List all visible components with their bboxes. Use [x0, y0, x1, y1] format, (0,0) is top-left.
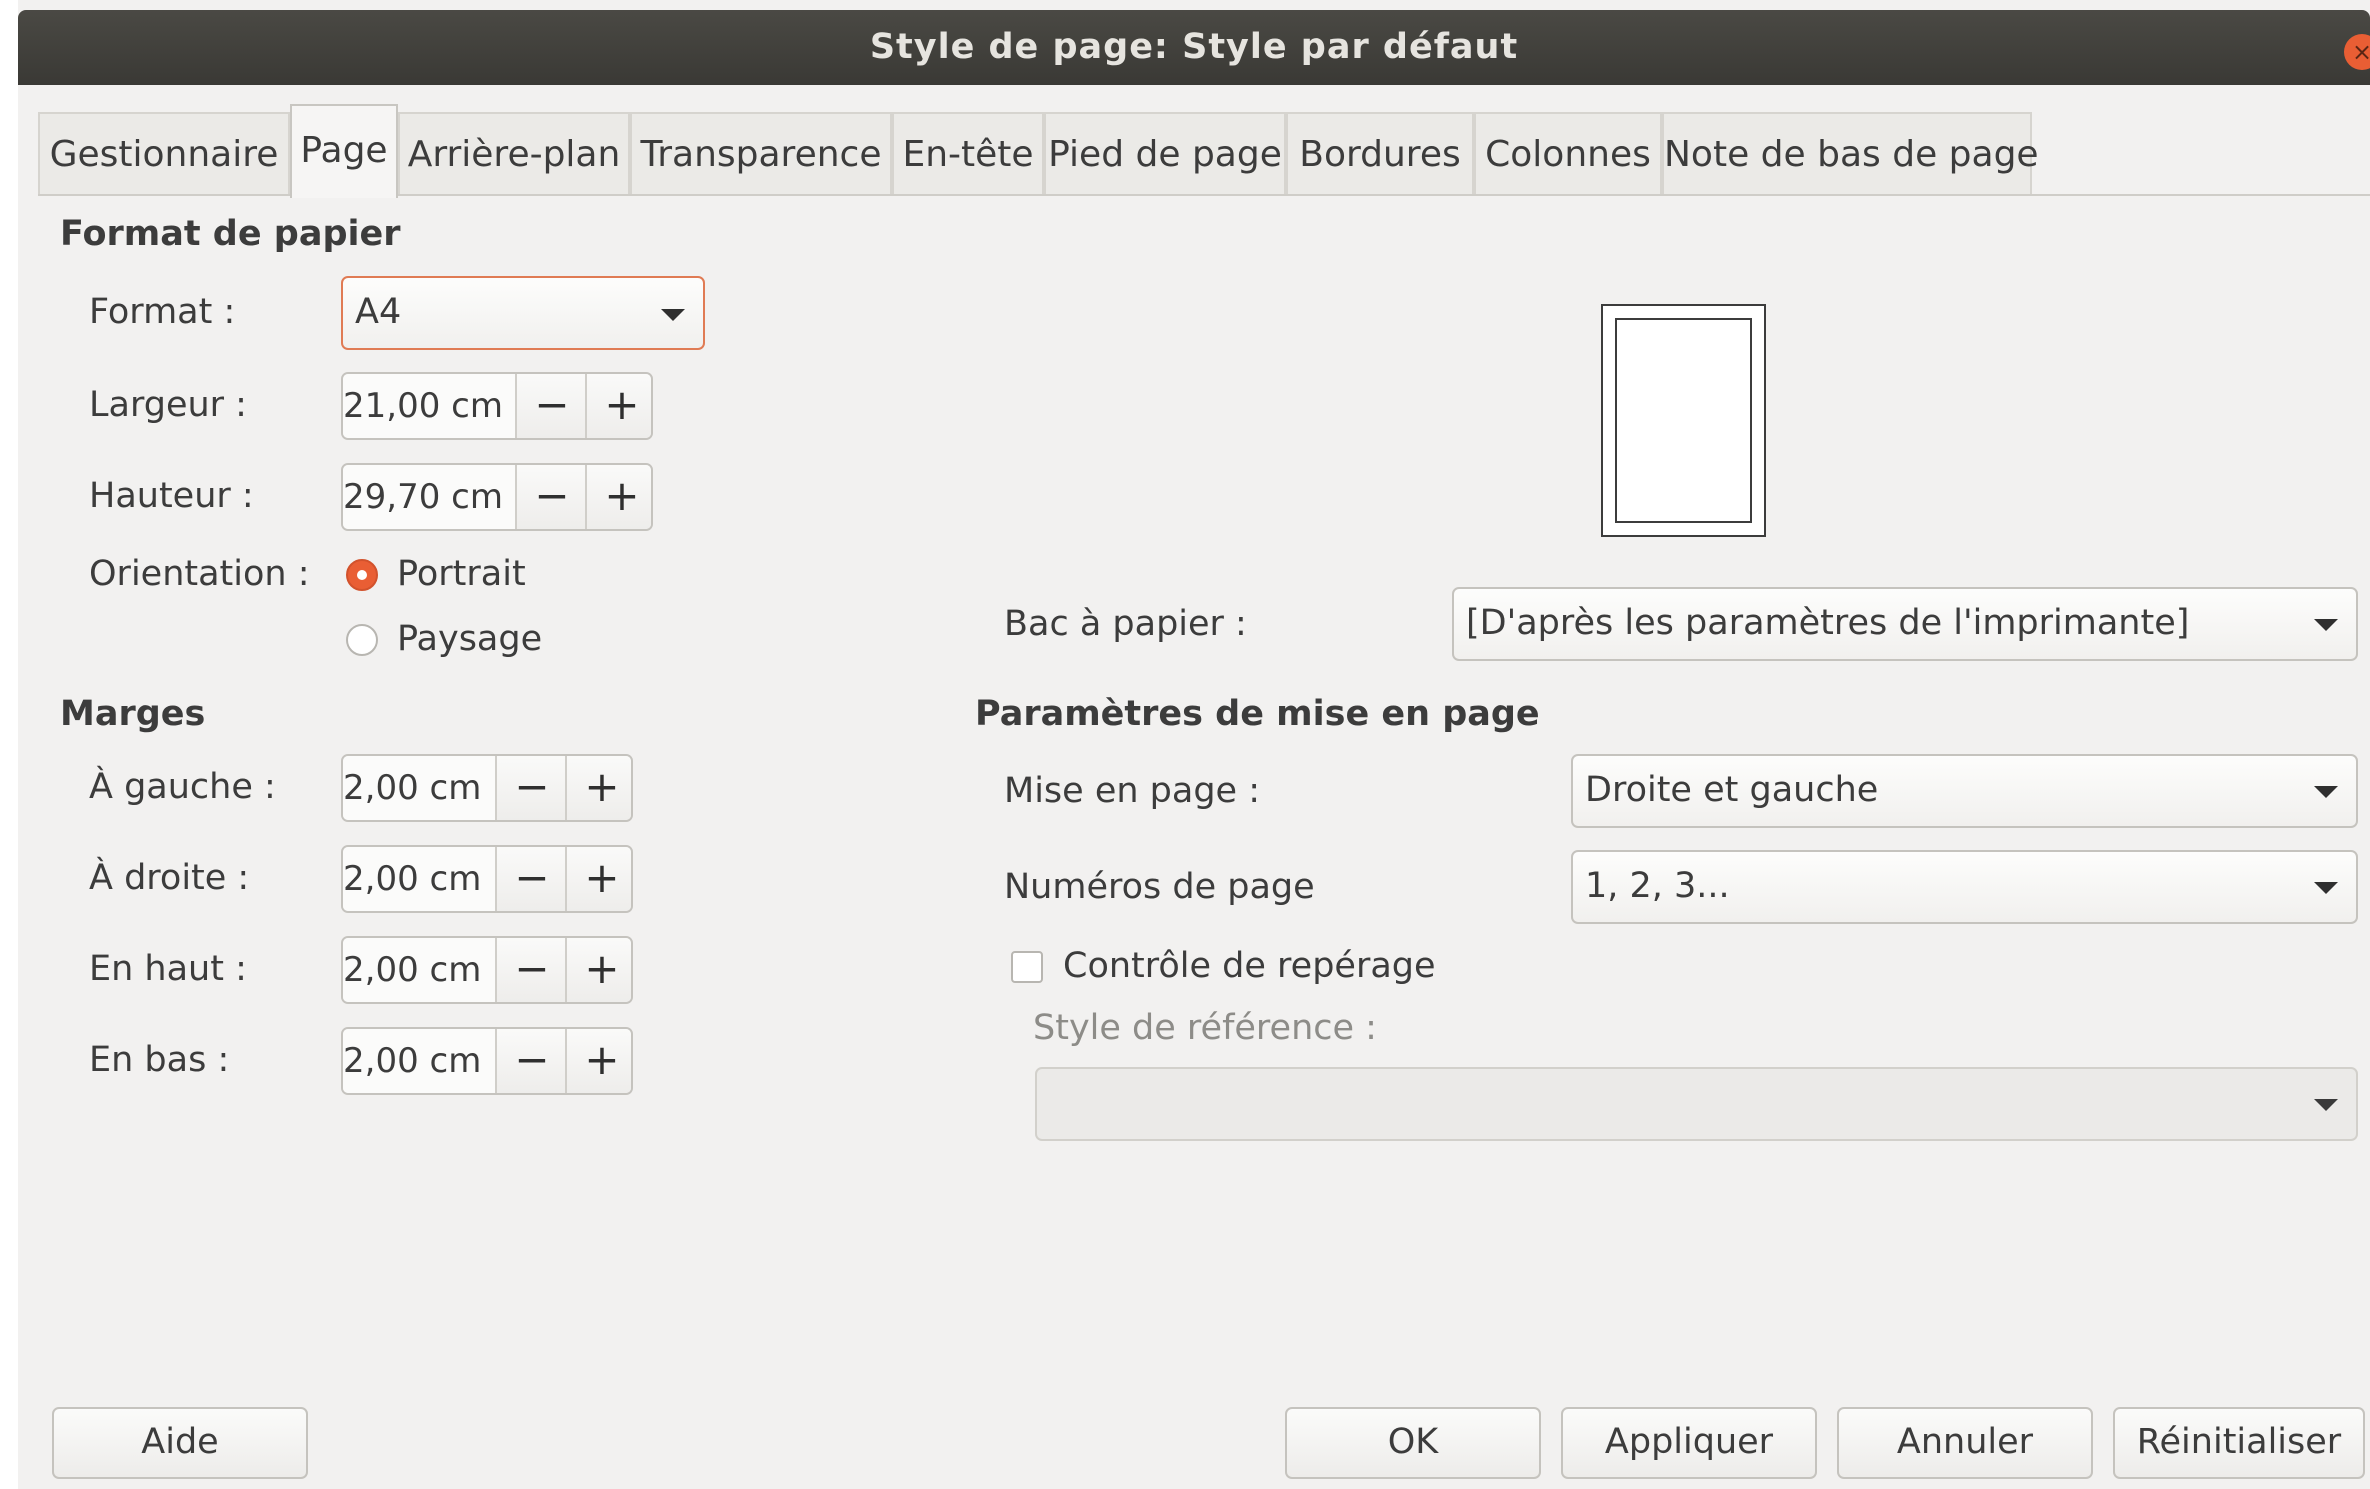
- landscape-radio[interactable]: [346, 624, 378, 656]
- chevron-down-icon: [661, 309, 685, 321]
- format-label: Format :: [89, 292, 236, 332]
- orientation-label: Orientation :: [89, 554, 310, 594]
- cancel-button[interactable]: Annuler: [1837, 1407, 2093, 1479]
- page-numbers-value: 1, 2, 3...: [1585, 866, 1730, 906]
- minus-icon[interactable]: −: [515, 374, 587, 438]
- paper-format-heading: Format de papier: [60, 214, 401, 254]
- format-value: A4: [355, 292, 402, 332]
- chevron-down-icon: [2314, 1099, 2338, 1111]
- register-true-label[interactable]: Contrôle de repérage: [1063, 946, 1436, 986]
- tab-note-de-bas-de-page[interactable]: Note de bas de page: [1662, 112, 2039, 194]
- plus-icon[interactable]: +: [585, 465, 651, 529]
- tab-arriere-plan[interactable]: Arrière-plan: [398, 112, 630, 194]
- bottom-margin-label: En bas :: [89, 1040, 230, 1080]
- register-true-checkbox[interactable]: [1011, 951, 1043, 983]
- width-spinner[interactable]: 21,00 cm − +: [341, 372, 653, 440]
- tab-bordures[interactable]: Bordures: [1286, 112, 1474, 194]
- minus-icon[interactable]: −: [495, 1029, 567, 1093]
- page-preview: [1601, 304, 1766, 537]
- top-margin-label: En haut :: [89, 949, 247, 989]
- height-spinner[interactable]: 29,70 cm − +: [341, 463, 653, 531]
- chevron-down-icon: [2314, 786, 2338, 798]
- tab-gestionnaire[interactable]: Gestionnaire: [38, 112, 290, 194]
- tab-pied-de-page[interactable]: Pied de page: [1044, 112, 1286, 194]
- tab-en-tete[interactable]: En-tête: [892, 112, 1044, 194]
- help-button[interactable]: Aide: [52, 1407, 308, 1479]
- plus-icon[interactable]: +: [565, 1029, 631, 1093]
- portrait-label[interactable]: Portrait: [397, 554, 526, 594]
- page-layout-value: Droite et gauche: [1585, 770, 1879, 810]
- page-numbers-select[interactable]: 1, 2, 3...: [1571, 850, 2358, 924]
- minus-icon[interactable]: −: [495, 756, 567, 820]
- minus-icon[interactable]: −: [495, 847, 567, 911]
- margins-heading: Marges: [60, 694, 206, 734]
- top-margin-spinner[interactable]: 2,00 cm − +: [341, 936, 633, 1004]
- width-label: Largeur :: [89, 385, 247, 425]
- right-margin-label: À droite :: [89, 858, 250, 898]
- title-bar[interactable]: Style de page: Style par défaut ×: [18, 10, 2370, 85]
- chevron-down-icon: [2314, 619, 2338, 631]
- plus-icon[interactable]: +: [565, 938, 631, 1002]
- chevron-down-icon: [2314, 882, 2338, 894]
- plus-icon[interactable]: +: [565, 756, 631, 820]
- format-select[interactable]: A4: [341, 276, 705, 350]
- plus-icon[interactable]: +: [565, 847, 631, 911]
- desktop-background: [0, 0, 18, 1489]
- page-numbers-label: Numéros de page: [1004, 867, 1315, 907]
- tab-page[interactable]: Page: [290, 104, 398, 198]
- left-margin-spinner[interactable]: 2,00 cm − +: [341, 754, 633, 822]
- reference-style-label: Style de référence :: [1033, 1008, 1377, 1048]
- tab-bar: Gestionnaire Page Arrière-plan Transpare…: [38, 104, 2370, 198]
- left-margin-label: À gauche :: [89, 767, 276, 807]
- paper-tray-label: Bac à papier :: [1004, 604, 1247, 644]
- page-preview-margins: [1615, 318, 1752, 523]
- reset-button[interactable]: Réinitialiser: [2113, 1407, 2365, 1479]
- height-label: Hauteur :: [89, 476, 254, 516]
- right-margin-spinner[interactable]: 2,00 cm − +: [341, 845, 633, 913]
- page-layout-select[interactable]: Droite et gauche: [1571, 754, 2358, 828]
- bottom-margin-spinner[interactable]: 2,00 cm − +: [341, 1027, 633, 1095]
- tab-colonnes[interactable]: Colonnes: [1474, 112, 1662, 194]
- landscape-label[interactable]: Paysage: [397, 619, 542, 659]
- window-title: Style de page: Style par défaut: [869, 27, 1519, 67]
- tab-transparence[interactable]: Transparence: [630, 112, 892, 194]
- minus-icon[interactable]: −: [495, 938, 567, 1002]
- ok-button[interactable]: OK: [1285, 1407, 1541, 1479]
- minus-icon[interactable]: −: [515, 465, 587, 529]
- reference-style-select[interactable]: [1035, 1067, 2358, 1141]
- plus-icon[interactable]: +: [585, 374, 651, 438]
- paper-tray-value: [D'après les paramètres de l'imprimante]: [1466, 603, 2190, 643]
- page-layout-label: Mise en page :: [1004, 771, 1260, 811]
- paper-tray-select[interactable]: [D'après les paramètres de l'imprimante]: [1452, 587, 2358, 661]
- layout-settings-heading: Paramètres de mise en page: [975, 694, 1540, 734]
- apply-button[interactable]: Appliquer: [1561, 1407, 1817, 1479]
- portrait-radio[interactable]: [346, 559, 378, 591]
